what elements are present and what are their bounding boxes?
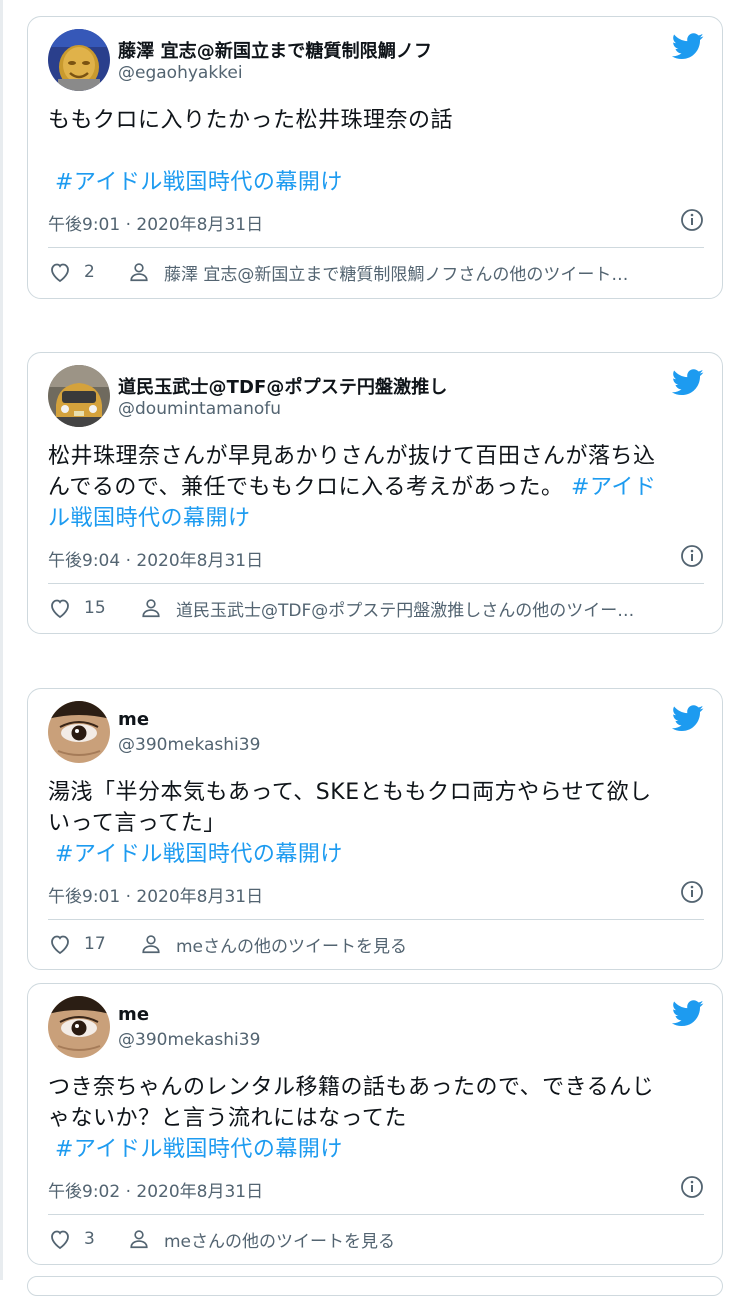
tweet-text-line-2-body: んでるので、兼任でももクロに入る考えがあった。 xyxy=(48,475,564,500)
tweet-card-4[interactable]: me @390mekashi39 つき奈ちゃんのレンタル移籍の話もあったので、で… xyxy=(27,983,723,1265)
hashtag-link[interactable]: #アイド xyxy=(571,475,656,500)
like-count[interactable]: 17 xyxy=(84,934,140,954)
tweet-timestamp[interactable]: 午後9:01 · 2020年8月31日 xyxy=(48,210,263,235)
avatar[interactable] xyxy=(48,29,110,91)
author-name[interactable]: 藤澤 宜志@新国立まで糖質制限鯛ノフ xyxy=(118,37,432,63)
more-tweets-link[interactable]: 道民玉武士@TDF@ポプステ円盤激推しさんの他のツイー… xyxy=(176,596,704,621)
info-icon[interactable] xyxy=(680,1175,704,1199)
person-icon xyxy=(142,935,160,954)
hashtag-link[interactable]: #アイドル戦国時代の幕開け xyxy=(55,839,343,870)
avatar[interactable] xyxy=(48,996,110,1058)
tweet-text: 湯浅「半分本気もあって、SKEとももクロ両方やらせて欲し いって言ってた」 xyxy=(48,777,704,839)
tweet-text: つき奈ちゃんのレンタル移籍の話もあったので、できるんじ ゃないか？と言う流れには… xyxy=(48,1072,704,1134)
author-name[interactable]: me xyxy=(118,1004,149,1025)
avatar[interactable] xyxy=(48,701,110,763)
author-handle[interactable]: @390mekashi39 xyxy=(118,735,260,755)
next-tweet-card-edge xyxy=(27,1276,723,1296)
author-handle[interactable]: @390mekashi39 xyxy=(118,1030,260,1050)
tweet-text-line-2: んでるので、兼任でももクロに入る考えがあった。 #アイド xyxy=(48,472,704,503)
tweet-footer: 3 meさんの他のツイートを見る xyxy=(48,1224,704,1254)
more-tweets-link[interactable]: meさんの他のツイートを見る xyxy=(164,1227,704,1252)
like-count[interactable]: 15 xyxy=(84,598,140,618)
tweet-footer: 15 道民玉武士@TDF@ポプステ円盤激推しさんの他のツイー… xyxy=(48,593,704,623)
tweet-footer: 17 meさんの他のツイートを見る xyxy=(48,929,704,959)
tweet-footer: 2 藤澤 宜志@新国立まで糖質制限鯛ノフさんの他のツイート… xyxy=(48,257,704,287)
twitter-bird-icon[interactable] xyxy=(672,369,704,396)
more-tweets-link[interactable]: meさんの他のツイートを見る xyxy=(176,932,704,957)
like-count[interactable]: 3 xyxy=(84,1229,128,1249)
divider xyxy=(48,247,704,248)
twitter-bird-icon[interactable] xyxy=(672,1000,704,1027)
tweet-text-line-1: つき奈ちゃんのレンタル移籍の話もあったので、できるんじ xyxy=(48,1075,655,1100)
tweet-timestamp[interactable]: 午後9:01 · 2020年8月31日 xyxy=(48,882,263,907)
tweet-timestamp[interactable]: 午後9:02 · 2020年8月31日 xyxy=(48,1177,263,1202)
info-icon[interactable] xyxy=(680,544,704,568)
like-count[interactable]: 2 xyxy=(84,262,128,282)
tweet-card-1[interactable]: 藤澤 宜志@新国立まで糖質制限鯛ノフ @egaohyakkei ももクロに入りた… xyxy=(27,16,723,299)
heart-icon[interactable] xyxy=(48,596,72,620)
heart-icon[interactable] xyxy=(48,932,72,956)
person-icon xyxy=(142,599,160,618)
divider xyxy=(48,919,704,920)
heart-icon[interactable] xyxy=(48,260,72,284)
hashtag-link-continued[interactable]: ル戦国時代の幕開け xyxy=(48,503,704,534)
hashtag-link[interactable]: #アイドル戦国時代の幕開け xyxy=(55,167,343,198)
tweet-text: 松井珠理奈さんが早見あかりさんが抜けて百田さんが落ち込 んでるので、兼任でももク… xyxy=(48,441,704,534)
author-handle[interactable]: @doumintamanofu xyxy=(118,399,281,419)
info-icon[interactable] xyxy=(680,208,704,232)
page-left-rule xyxy=(0,0,3,1280)
tweet-text-line-2: いって言ってた」 xyxy=(48,811,226,836)
author-name[interactable]: 道民玉武士@TDF@ポプステ円盤激推し xyxy=(118,373,447,399)
twitter-bird-icon[interactable] xyxy=(672,705,704,732)
divider xyxy=(48,583,704,584)
tweet-card-2[interactable]: 道民玉武士@TDF@ポプステ円盤激推し @doumintamanofu 松井珠理… xyxy=(27,352,723,634)
divider xyxy=(48,1214,704,1215)
tweet-text: ももクロに入りたかった松井珠理奈の話 xyxy=(48,108,454,133)
tweet-timestamp[interactable]: 午後9:04 · 2020年8月31日 xyxy=(48,546,263,571)
person-icon xyxy=(130,263,148,282)
person-icon xyxy=(130,1230,148,1249)
info-icon[interactable] xyxy=(680,880,704,904)
more-tweets-link[interactable]: 藤澤 宜志@新国立まで糖質制限鯛ノフさんの他のツイート… xyxy=(164,260,704,285)
tweet-card-3[interactable]: me @390mekashi39 湯浅「半分本気もあって、SKEとももクロ両方や… xyxy=(27,688,723,970)
hashtag-link[interactable]: #アイドル戦国時代の幕開け xyxy=(55,1134,343,1165)
heart-icon[interactable] xyxy=(48,1227,72,1251)
avatar[interactable] xyxy=(48,365,110,427)
twitter-bird-icon[interactable] xyxy=(672,33,704,60)
author-handle[interactable]: @egaohyakkei xyxy=(118,63,243,83)
tweet-text-line-1: 松井珠理奈さんが早見あかりさんが抜けて百田さんが落ち込 xyxy=(48,444,656,469)
tweet-text-line-1: 湯浅「半分本気もあって、SKEとももクロ両方やらせて欲し xyxy=(48,780,652,805)
tweet-text-line-2: ゃないか？と言う流れにはなってた xyxy=(48,1106,407,1131)
author-name[interactable]: me xyxy=(118,709,149,730)
